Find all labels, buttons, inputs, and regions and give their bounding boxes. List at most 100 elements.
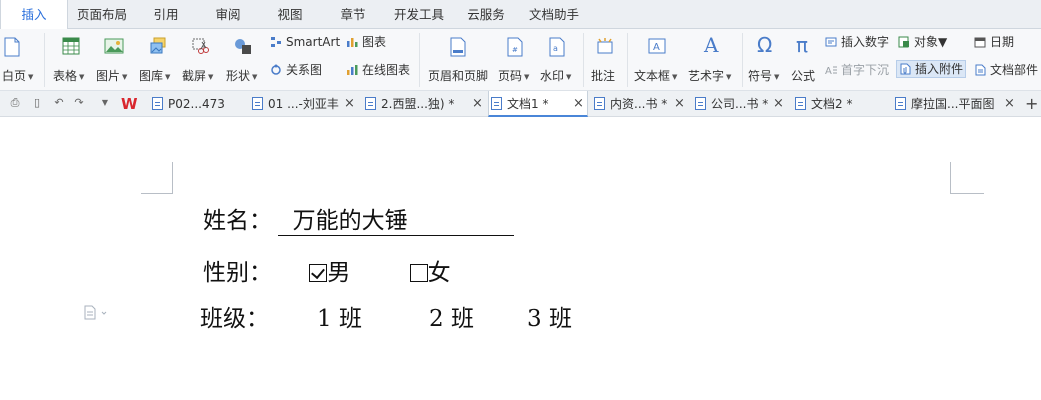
header-footer-label: 页眉和页脚 xyxy=(428,69,489,83)
smartart-button[interactable]: SmartArt xyxy=(270,33,340,51)
table-button[interactable]: 表格 ▼ xyxy=(50,33,90,87)
undo-icon[interactable]: ↶ xyxy=(52,96,66,110)
online-chart-label: 在线图表 xyxy=(362,63,411,77)
chart-button[interactable]: 图表 xyxy=(346,33,386,51)
page-number-button[interactable]: # 页码 ▼ xyxy=(496,33,534,87)
document-icon xyxy=(795,97,806,110)
gender-line: 性别： 男 女 xyxy=(203,253,451,287)
class-label: 班级： xyxy=(200,306,269,332)
class-option[interactable]: 1 班 xyxy=(317,299,362,333)
wordart-button[interactable]: A 艺术字 ▼ xyxy=(686,33,738,87)
checkbox-checked-icon[interactable] xyxy=(309,264,328,282)
shapes-icon xyxy=(235,39,251,54)
caret-icon: ▼ xyxy=(122,72,128,81)
textbox-label: 文本框 xyxy=(634,69,671,83)
tab-page-layout[interactable]: 页面布局 xyxy=(72,0,132,29)
insert-attachment-button[interactable]: 插入附件 xyxy=(896,60,967,78)
omega-icon: Ω xyxy=(757,33,773,57)
screenshot-button[interactable]: 截屏 ▼ xyxy=(180,33,220,87)
gender-option-male[interactable]: 男 xyxy=(309,253,350,287)
tab-doc-assistant[interactable]: 文档助手 xyxy=(524,0,584,29)
shapes-label: 形状 xyxy=(226,69,251,83)
shapes-button[interactable]: 形状 ▼ xyxy=(224,33,264,87)
caret-icon: ▼ xyxy=(252,72,258,81)
doc-tab[interactable]: 文档2 * xyxy=(793,91,889,117)
picture-button[interactable]: 图片 ▼ xyxy=(94,33,134,87)
table-label: 表格 xyxy=(53,69,78,83)
document-page[interactable]: 姓名： 万能的大锤 性别： 男 女 班级： 1 班 2 班 3 班 xyxy=(0,118,1041,400)
caret-icon: ▼ xyxy=(938,35,948,49)
close-tab-icon[interactable]: × xyxy=(674,91,685,117)
tab-review[interactable]: 审阅 xyxy=(208,0,248,29)
svg-text:A: A xyxy=(825,66,832,76)
blank-page-button[interactable]: 白页 ▼ xyxy=(0,33,40,87)
doc-tab-label: 文档2 * xyxy=(811,97,853,111)
header-footer-button[interactable]: 页眉和页脚 xyxy=(427,33,491,87)
tab-insert[interactable]: 插入 xyxy=(0,0,68,30)
relation-chart-icon xyxy=(271,64,281,75)
close-tab-icon[interactable]: × xyxy=(773,91,784,117)
doc-tab-active[interactable]: 文档1 * × xyxy=(488,91,588,117)
date-button[interactable]: 日期 xyxy=(974,33,1014,51)
close-tab-icon[interactable]: × xyxy=(472,91,483,117)
doc-tab[interactable]: 公司...书 * × xyxy=(693,91,789,117)
caret-icon: ▼ xyxy=(672,72,678,81)
smartart-icon xyxy=(271,37,281,47)
drop-cap-icon: A xyxy=(825,66,837,76)
print-icon[interactable]: ⎙ xyxy=(8,96,22,110)
pi-icon: π xyxy=(796,33,809,57)
formula-label: 公式 xyxy=(791,69,816,83)
name-value[interactable]: 万能的大锤 xyxy=(278,201,514,236)
checkbox-unchecked-icon[interactable] xyxy=(409,264,428,282)
tab-cloud-services[interactable]: 云服务 xyxy=(462,0,510,29)
class-option[interactable]: 2 班 xyxy=(429,299,474,333)
tab-references[interactable]: 引用 xyxy=(146,0,186,29)
caret-icon: ▼ xyxy=(524,72,530,81)
drop-cap-button[interactable]: A 首字下沉 xyxy=(825,61,889,79)
doc-tab[interactable]: 2.西盟...独) * × xyxy=(363,91,485,117)
caret-icon: ▼ xyxy=(726,72,732,81)
close-tab-icon[interactable]: × xyxy=(573,91,584,117)
doc-tab[interactable]: 摩拉国...平面图 × xyxy=(893,91,1021,117)
doc-tab[interactable]: 01 ...-刘亚丰 × xyxy=(250,91,360,117)
doc-tab[interactable]: P02...473 xyxy=(150,91,248,117)
wps-logo[interactable]: W xyxy=(121,95,138,113)
symbol-button[interactable]: Ω 符号 ▼ xyxy=(746,33,784,87)
tab-chapter[interactable]: 章节 xyxy=(333,0,373,29)
watermark-icon: a xyxy=(549,37,565,57)
redo-icon[interactable]: ↷ xyxy=(72,96,86,110)
online-chart-button[interactable]: 在线图表 xyxy=(346,61,410,79)
caret-icon: ▼ xyxy=(28,72,34,81)
relation-chart-label: 关系图 xyxy=(286,63,323,77)
gallery-button[interactable]: 图库 ▼ xyxy=(137,33,177,87)
caret-icon: ▼ xyxy=(208,72,214,81)
close-tab-icon[interactable]: × xyxy=(344,91,355,117)
print-preview-icon[interactable]: ▯ xyxy=(30,96,44,110)
paragraph-options-icon[interactable] xyxy=(84,305,108,321)
gender-option-female[interactable]: 女 xyxy=(409,253,451,287)
comment-button[interactable]: 批注 xyxy=(588,33,622,87)
watermark-button[interactable]: a 水印 ▼ xyxy=(538,33,576,87)
document-tabs-bar: ⎙ ▯ ↶ ↷ ▼ P02...473 01 ...-刘亚丰 × 2.西盟...… xyxy=(0,91,1041,117)
class-line: 班级： 1 班 2 班 3 班 xyxy=(200,299,572,333)
document-icon xyxy=(895,97,906,110)
tab-view[interactable]: 视图 xyxy=(270,0,310,29)
chart-label: 图表 xyxy=(362,35,387,49)
doc-parts-button[interactable]: 文档部件 xyxy=(974,61,1038,79)
textbox-button[interactable]: A 文本框 ▼ xyxy=(632,33,682,87)
class-option[interactable]: 3 班 xyxy=(527,299,572,333)
document-icon xyxy=(365,97,376,110)
formula-button[interactable]: π 公式 xyxy=(788,33,820,87)
svg-text:#: # xyxy=(512,46,518,54)
tab-developer[interactable]: 开发工具 xyxy=(389,0,449,29)
wordart-icon: A xyxy=(704,33,719,57)
relation-chart-button[interactable]: 关系图 xyxy=(270,61,322,79)
close-tab-icon[interactable]: × xyxy=(1004,91,1015,117)
doc-tab[interactable]: 内资...书 * × xyxy=(592,91,690,117)
insert-number-button[interactable]: 插入数字 xyxy=(825,33,889,51)
new-tab-button[interactable]: + xyxy=(1025,91,1038,117)
bar-chart-icon xyxy=(347,38,358,47)
quick-access-dropdown-icon[interactable]: ▼ xyxy=(98,96,112,110)
picture-label: 图片 xyxy=(96,69,121,83)
object-button[interactable]: 对象▼ xyxy=(898,33,947,51)
